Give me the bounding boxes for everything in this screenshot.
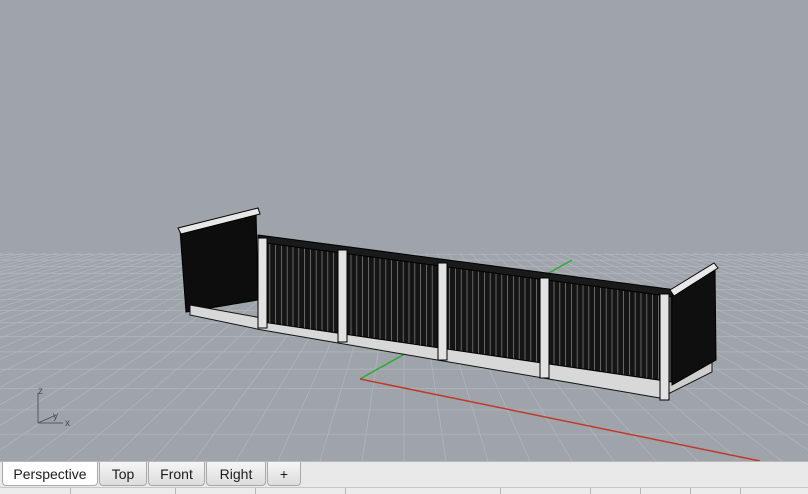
viewport-canvas[interactable] <box>0 0 808 461</box>
tab-front[interactable]: Front <box>148 462 205 486</box>
tab-perspective[interactable]: Perspective <box>2 462 98 486</box>
railing-post <box>437 262 448 361</box>
railing-post <box>337 249 348 343</box>
railing-post <box>257 237 268 329</box>
gizmo-z-label: z <box>38 386 43 397</box>
x-axis-line <box>359 378 761 461</box>
tab-top[interactable]: Top <box>99 462 147 486</box>
gizmo-x-label: x <box>65 418 70 429</box>
sky-backdrop <box>0 0 808 253</box>
gizmo-y-label: y <box>53 411 58 422</box>
tab-right[interactable]: Right <box>206 462 266 486</box>
construction-grid <box>0 0 808 461</box>
railing-post <box>539 277 550 379</box>
viewport-tab-bar: Perspective Top Front Right + <box>0 461 808 488</box>
railing-post <box>659 293 670 401</box>
perspective-viewport[interactable]: z y x <box>0 0 808 461</box>
add-viewport-tab-button[interactable]: + <box>267 462 301 486</box>
